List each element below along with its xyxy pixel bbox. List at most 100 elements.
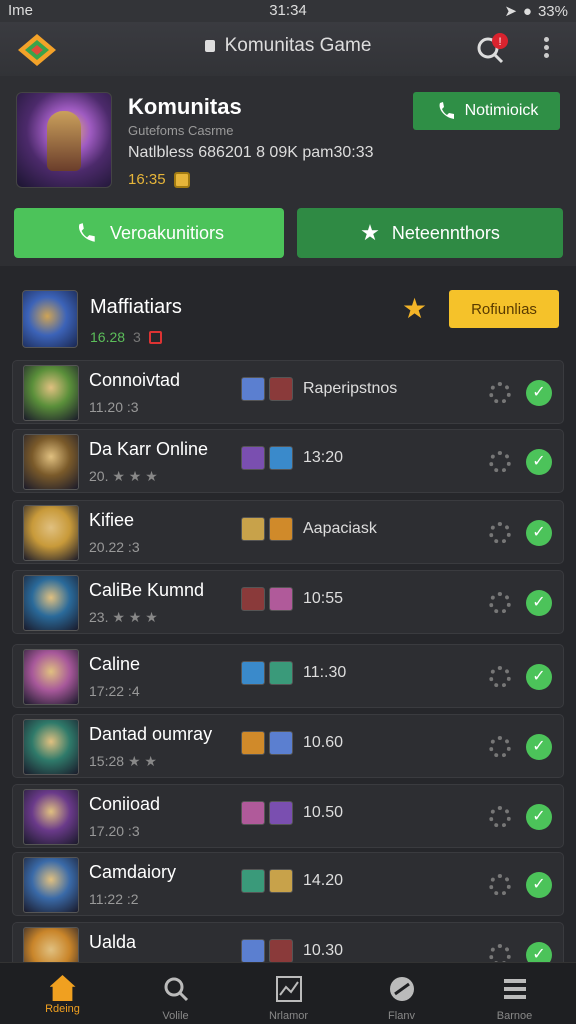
nav-label: Rdeing [45, 1003, 80, 1015]
community-stats: Natlbless 686201 8 09K pam30:33 [128, 144, 374, 161]
search-icon[interactable]: ! [474, 32, 508, 66]
featured-thumbnail [22, 290, 78, 348]
nav-item-menu[interactable]: Barnoe [457, 963, 572, 1024]
game-detail: 10.50 [303, 804, 344, 821]
clock: 31:34 [269, 2, 307, 19]
nav-item-play[interactable]: Flanv [344, 963, 459, 1024]
lock-icon [204, 40, 215, 52]
player-avatar [269, 587, 293, 611]
check-icon[interactable]: ✓ [526, 872, 552, 898]
disc-icon [389, 977, 414, 1001]
community-subtitle: Gutefoms Casrme [128, 123, 234, 138]
gear-icon[interactable] [489, 451, 511, 473]
game-thumbnail [23, 857, 79, 913]
game-name: Caline [89, 654, 141, 674]
game-name: Dantad oumray [89, 724, 213, 744]
game-thumbnail [23, 434, 79, 490]
featured-meta: 16.28 3 [90, 329, 162, 345]
game-meta: 15:28 ★ ★ [89, 753, 157, 770]
game-participants: 10.30 [241, 939, 343, 963]
game-name: CaliBe Kumnd [89, 580, 205, 600]
notify-button-label: Notimioick [464, 102, 539, 119]
list-item[interactable]: Camdaiory 11:22 :2 14.20 ✓ [12, 852, 564, 916]
nav-label: Nrlamor [268, 1010, 309, 1022]
gear-icon[interactable] [489, 592, 511, 614]
game-participants: 13:20 [241, 446, 343, 470]
nav-label: Volile [162, 1010, 189, 1022]
game-participants: 10.60 [241, 731, 343, 755]
menu-icon [503, 979, 526, 999]
player-avatar [241, 939, 265, 963]
game-name: Connoivtad [89, 370, 181, 390]
game-meta: 20.22 :3 [89, 539, 140, 555]
list-item[interactable]: Coniioad 17.20 :3 10.50 ✓ [12, 784, 564, 848]
featured-game[interactable]: Maffiatiars 16.28 3 ★ Rofiunlias [0, 276, 576, 358]
game-participants: 10:55 [241, 587, 343, 611]
check-icon[interactable]: ✓ [526, 590, 552, 616]
check-icon[interactable]: ✓ [526, 449, 552, 475]
gear-icon[interactable] [489, 382, 511, 404]
nav-item-stats[interactable]: Nrlamor [231, 963, 346, 1024]
flag-icon [148, 330, 162, 344]
game-time: 20. [89, 468, 109, 484]
secondary-action-button[interactable]: ★ Neteennthors [297, 208, 563, 258]
list-item[interactable]: Dantad oumray 15:28 ★ ★ 10.60 ✓ [12, 714, 564, 778]
game-detail: 14.20 [303, 872, 344, 889]
list-item[interactable]: CaliBe Kumnd 23. ★ ★ ★ 10:55 ✓ [12, 570, 564, 634]
secondary-action-label: Neteennthors [391, 222, 500, 243]
notify-button[interactable]: Notimioick [413, 92, 560, 130]
gear-icon[interactable] [489, 736, 511, 758]
player-avatar [241, 801, 265, 825]
list-item[interactable]: Connoivtad 11.20 :3 Raperipstnos ✓ [12, 360, 564, 424]
notification-badge: ! [498, 36, 501, 48]
list-item[interactable]: Caline 17:22 :4 11:.30 ✓ [12, 644, 564, 708]
player-avatar [269, 446, 293, 470]
player-avatar [269, 801, 293, 825]
player-avatar [269, 661, 293, 685]
player-avatar [269, 939, 293, 963]
game-detail: Aapaciask [303, 520, 377, 537]
more-options-icon[interactable] [536, 34, 556, 66]
primary-action-button[interactable]: Veroakunitiors [14, 208, 284, 258]
nav-item-home[interactable]: Rdeing [5, 963, 120, 1024]
game-detail: 10.60 [303, 734, 344, 751]
status-bar: Ime 31:34 ➤ ● 33% [0, 0, 576, 22]
check-icon[interactable]: ✓ [526, 380, 552, 406]
game-participants: Aapaciask [241, 517, 377, 541]
game-participants: 11:.30 [241, 661, 346, 685]
game-detail: Raperipstnos [303, 380, 398, 397]
gear-icon[interactable] [489, 874, 511, 896]
check-icon[interactable]: ✓ [526, 520, 552, 546]
game-name: Coniioad [89, 794, 161, 814]
player-avatar [241, 587, 265, 611]
game-name: Camdaiory [89, 862, 177, 882]
list-item[interactable]: Kifiee 20.22 :3 Aapaciask ✓ [12, 500, 564, 564]
check-icon[interactable]: ✓ [526, 664, 552, 690]
nav-item-search[interactable]: Volile [118, 963, 233, 1024]
game-thumbnail [23, 789, 79, 845]
community-title: Komunitas [128, 94, 242, 119]
game-detail: 10:55 [303, 590, 344, 607]
gear-icon[interactable] [489, 522, 511, 544]
featured-action-button[interactable]: Rofiunlias [449, 290, 559, 328]
game-participants: 14.20 [241, 869, 343, 893]
phone-icon [78, 223, 95, 242]
player-avatar [241, 869, 265, 893]
gear-icon[interactable] [489, 806, 511, 828]
app-bar: Komunitas Game ! [0, 22, 576, 76]
search-icon [164, 977, 188, 1002]
community-header: Komunitas Gutefoms Casrme Natlbless 6862… [0, 76, 576, 266]
game-thumbnail [23, 719, 79, 775]
favorite-star-icon[interactable]: ★ [402, 292, 427, 325]
game-meta: 17:22 :4 [89, 683, 140, 699]
player-avatar [241, 446, 265, 470]
game-participants: 10.50 [241, 801, 343, 825]
player-avatar [269, 377, 293, 401]
player-avatar [269, 731, 293, 755]
check-icon[interactable]: ✓ [526, 734, 552, 760]
game-participants: Raperipstnos [241, 377, 397, 401]
check-icon[interactable]: ✓ [526, 804, 552, 830]
community-avatar [16, 92, 112, 188]
gear-icon[interactable] [489, 666, 511, 688]
list-item[interactable]: Da Karr Online 20. ★ ★ ★ 13:20 ✓ [12, 429, 564, 493]
